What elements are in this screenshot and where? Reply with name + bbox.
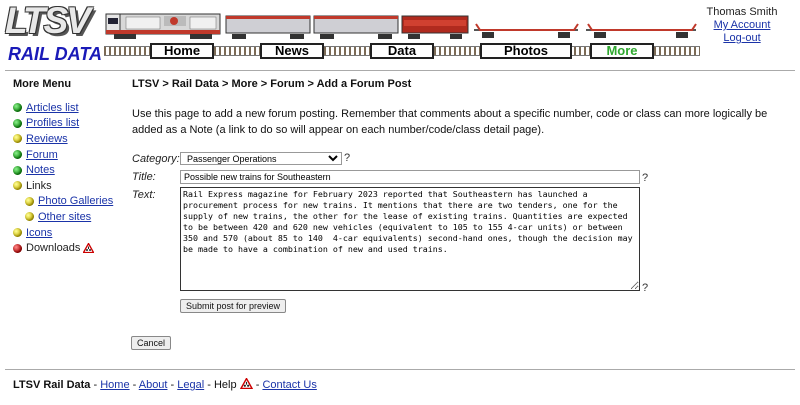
category-select[interactable]: Passenger Operations xyxy=(180,152,342,165)
nav-photos[interactable]: Photos xyxy=(480,43,572,59)
sidebar-item-reviews: Reviews xyxy=(13,131,123,147)
footer-link-home[interactable]: Home xyxy=(100,379,129,391)
nav-home[interactable]: Home xyxy=(150,43,214,59)
nav-news[interactable]: News xyxy=(260,43,324,59)
sidebar-item-forum: Forum xyxy=(13,147,123,163)
category-row: Category: Passenger Operations ? xyxy=(132,152,792,166)
footer-separator: - xyxy=(90,379,101,391)
intro-text: Use this page to add a new forum posting… xyxy=(132,108,768,136)
text-row: Text: Rail Express magazine for February… xyxy=(132,187,792,295)
footer: LTSV Rail Data - Home - About - Legal - … xyxy=(13,377,317,391)
footer-link-contact[interactable]: Contact Us xyxy=(262,379,316,391)
train-illustration xyxy=(105,13,697,39)
footer-link-about[interactable]: About xyxy=(139,379,168,391)
status-dot-icon xyxy=(25,196,34,206)
main-content: LTSV > Rail Data > More > Forum > Add a … xyxy=(132,78,792,154)
footer-separator: - xyxy=(167,379,178,391)
sidebar: More Menu Articles list Profiles list Re… xyxy=(13,78,123,256)
status-dot-icon xyxy=(13,181,22,191)
footer-separator: - xyxy=(129,379,139,391)
logo-subtext: RAIL DATA xyxy=(8,44,102,64)
site-logo[interactable]: LTSV RAIL DATA xyxy=(5,0,105,64)
category-label: Category: xyxy=(132,153,180,165)
status-dot-icon xyxy=(13,228,22,238)
footer-separator: - xyxy=(252,379,263,391)
user-name: Thomas Smith xyxy=(706,6,778,18)
sidebar-link-articles[interactable]: Articles list xyxy=(26,102,79,114)
status-dot-icon xyxy=(13,103,22,113)
sidebar-link-notes[interactable]: Notes xyxy=(26,164,55,176)
text-help-link[interactable]: ? xyxy=(642,282,648,294)
sidebar-link-profiles[interactable]: Profiles list xyxy=(26,117,79,129)
status-dot-icon xyxy=(25,212,34,222)
title-help-link[interactable]: ? xyxy=(642,172,648,184)
sidebar-item-other-sites: Other sites xyxy=(13,209,123,225)
warning-icon xyxy=(83,243,95,254)
status-dot-icon xyxy=(13,118,22,128)
text-label: Text: xyxy=(132,189,156,201)
sidebar-label-links: Links xyxy=(26,179,52,192)
warning-icon xyxy=(239,377,253,390)
sidebar-item-notes: Notes xyxy=(13,162,123,178)
status-dot-icon xyxy=(13,165,22,175)
title-row: Title: ? xyxy=(132,170,792,186)
sidebar-item-links: Links xyxy=(13,178,123,194)
breadcrumb: LTSV > Rail Data > More > Forum > Add a … xyxy=(132,78,412,90)
sidebar-link-icons[interactable]: Icons xyxy=(26,227,52,239)
logo-text: LTSV xyxy=(5,0,91,41)
logout-link[interactable]: Log-out xyxy=(702,32,782,44)
footer-link-legal[interactable]: Legal xyxy=(177,379,204,391)
sidebar-link-forum[interactable]: Forum xyxy=(26,149,58,161)
footer-help-label: Help xyxy=(213,379,237,391)
status-dot-icon xyxy=(13,150,22,160)
title-input[interactable] xyxy=(180,170,640,184)
sidebar-label-downloads: Downloads xyxy=(26,242,81,255)
nav-more[interactable]: More xyxy=(590,43,654,59)
sidebar-link-reviews[interactable]: Reviews xyxy=(26,133,68,145)
footer-separator: - xyxy=(204,379,214,391)
sidebar-link-photo-galleries[interactable]: Photo Galleries xyxy=(38,195,113,207)
sidebar-title: More Menu xyxy=(13,78,72,90)
status-dot-icon xyxy=(13,243,22,253)
sidebar-item-profiles: Profiles list xyxy=(13,116,123,132)
cancel-button[interactable]: Cancel xyxy=(131,336,172,350)
submit-post-button[interactable]: Submit post for preview xyxy=(180,299,287,313)
header-divider xyxy=(5,70,795,71)
user-panel: Thomas Smith My Account Log-out xyxy=(702,6,782,44)
sidebar-item-downloads: Downloads xyxy=(13,240,123,256)
footer-site-name: LTSV Rail Data xyxy=(13,379,91,391)
sidebar-link-other-sites[interactable]: Other sites xyxy=(38,211,91,223)
title-label: Title: xyxy=(132,171,156,183)
site-header: LTSV RAIL DATA Home News Data Photos Mor… xyxy=(0,0,800,66)
sidebar-item-articles: Articles list xyxy=(13,100,123,116)
text-area[interactable]: Rail Express magazine for February 2023 … xyxy=(180,187,640,291)
nav-data[interactable]: Data xyxy=(370,43,434,59)
sidebar-item-icons: Icons xyxy=(13,225,123,241)
footer-divider xyxy=(5,369,795,370)
sidebar-item-photo-galleries: Photo Galleries xyxy=(13,194,123,210)
status-dot-icon xyxy=(13,134,22,144)
my-account-link[interactable]: My Account xyxy=(702,19,782,31)
category-help-link[interactable]: ? xyxy=(344,152,350,164)
